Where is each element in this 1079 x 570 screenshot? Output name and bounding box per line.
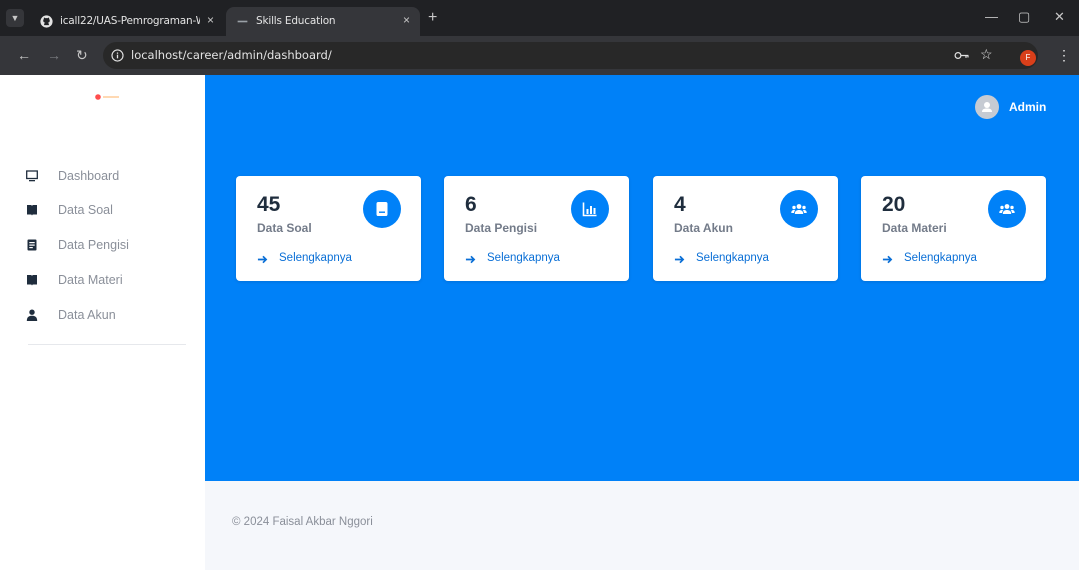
sidebar-item-data-pengisi[interactable]: Data Pengisi xyxy=(26,235,196,257)
forward-arrow-icon[interactable]: → xyxy=(47,48,61,62)
card-link-label: Selengkapnya xyxy=(279,252,352,264)
user-icon xyxy=(982,102,992,112)
github-icon xyxy=(40,15,53,28)
stat-card-data-akun: 4 Data Akun Selengkapnya xyxy=(653,176,838,281)
key-icon[interactable] xyxy=(954,49,970,62)
stat-icon-badge xyxy=(780,190,818,228)
new-tab-button[interactable]: + xyxy=(428,10,437,26)
browser-tab-github[interactable]: icall22/UAS-Pemrograman-Wel × xyxy=(30,7,224,36)
back-arrow-icon[interactable]: ← xyxy=(17,48,31,62)
stat-label: Data Akun xyxy=(674,221,733,235)
tab-search-chevron-icon[interactable]: ▼ xyxy=(6,9,24,27)
card-detail-link[interactable]: Selengkapnya xyxy=(882,252,1022,268)
sidebar: Dashboard Data Soal Data Pengisi Data Ma… xyxy=(0,75,205,570)
browser-tab-skills-education[interactable]: Skills Education × xyxy=(226,7,420,36)
stat-value: 45 xyxy=(257,193,281,216)
sidebar-item-label: Data Pengisi xyxy=(58,238,129,252)
stat-card-data-pengisi: 6 Data Pengisi Selengkapnya xyxy=(444,176,629,281)
address-bar[interactable]: localhost/career/admin/dashboard/ ☆ xyxy=(103,42,1038,69)
brand-logo xyxy=(95,94,119,100)
card-link-label: Selengkapnya xyxy=(487,252,560,264)
book-icon xyxy=(27,275,37,286)
footer: © 2024 Faisal Akbar Nggori xyxy=(205,481,1079,570)
tab-title: Skills Education xyxy=(256,15,336,27)
minimize-icon[interactable]: — xyxy=(985,9,998,24)
sidebar-item-label: Data Akun xyxy=(58,308,116,322)
card-detail-link[interactable]: Selengkapnya xyxy=(674,252,814,268)
document-icon xyxy=(27,239,37,251)
monitor-icon xyxy=(26,170,38,182)
stat-card-data-materi: 20 Data Materi Selengkapnya xyxy=(861,176,1046,281)
stat-label: Data Materi xyxy=(882,221,947,235)
users-icon xyxy=(791,204,807,214)
arrow-right-icon xyxy=(882,255,893,264)
card-link-label: Selengkapnya xyxy=(904,252,977,264)
book-icon xyxy=(376,202,388,216)
stat-icon-badge xyxy=(363,190,401,228)
sidebar-item-data-akun[interactable]: Data Akun xyxy=(26,305,196,327)
sidebar-item-label: Data Soal xyxy=(58,203,113,217)
tab-title: icall22/UAS-Pemrograman-Wel xyxy=(60,15,200,27)
site-favicon-icon xyxy=(237,20,248,23)
footer-copyright: © 2024 Faisal Akbar Nggori xyxy=(232,516,373,528)
sidebar-item-label: Dashboard xyxy=(58,169,120,183)
user-menu[interactable]: Admin xyxy=(975,95,1065,119)
reload-icon[interactable]: ↻ xyxy=(76,48,88,62)
sidebar-divider xyxy=(28,344,186,345)
stat-value: 6 xyxy=(465,193,477,216)
card-detail-link[interactable]: Selengkapnya xyxy=(465,252,605,268)
stat-icon-badge xyxy=(571,190,609,228)
profile-avatar[interactable]: F xyxy=(1020,50,1036,66)
tab-close-icon[interactable]: × xyxy=(207,13,214,27)
browser-toolbar: ← → ↻ localhost/career/admin/dashboard/ … xyxy=(0,36,1079,75)
stat-label: Data Pengisi xyxy=(465,221,538,235)
more-options-icon[interactable]: ⋮ xyxy=(1057,48,1071,62)
card-detail-link[interactable]: Selengkapnya xyxy=(257,252,397,268)
bookmark-star-icon[interactable]: ☆ xyxy=(980,46,993,63)
sidebar-item-data-materi[interactable]: Data Materi xyxy=(26,270,196,292)
url-text: localhost/career/admin/dashboard/ xyxy=(131,48,332,62)
stat-value: 20 xyxy=(882,193,906,216)
browser-tab-bar: ▼ icall22/UAS-Pemrograman-Wel × Skills E… xyxy=(0,0,1079,36)
user-icon xyxy=(26,309,38,321)
avatar xyxy=(975,95,999,119)
maximize-icon[interactable]: ▢ xyxy=(1018,9,1030,25)
chart-icon xyxy=(582,202,597,217)
stat-icon-badge xyxy=(988,190,1026,228)
sidebar-item-data-soal[interactable]: Data Soal xyxy=(26,200,196,222)
close-window-icon[interactable]: ✕ xyxy=(1054,9,1065,25)
dashboard-main: Admin 45 Data Soal Selengkapnya 6 Data P… xyxy=(205,75,1079,481)
arrow-right-icon xyxy=(465,255,476,264)
card-link-label: Selengkapnya xyxy=(696,252,769,264)
book-icon xyxy=(27,205,37,216)
stat-label: Data Soal xyxy=(257,221,312,235)
stat-card-data-soal: 45 Data Soal Selengkapnya xyxy=(236,176,421,281)
site-info-icon[interactable] xyxy=(111,49,124,62)
sidebar-item-label: Data Materi xyxy=(58,273,123,287)
sidebar-item-dashboard[interactable]: Dashboard xyxy=(26,166,196,188)
users-icon xyxy=(999,204,1015,214)
arrow-right-icon xyxy=(674,255,685,264)
stat-value: 4 xyxy=(674,193,686,216)
arrow-right-icon xyxy=(257,255,268,264)
user-name: Admin xyxy=(1009,100,1047,114)
tab-close-icon[interactable]: × xyxy=(403,13,410,27)
